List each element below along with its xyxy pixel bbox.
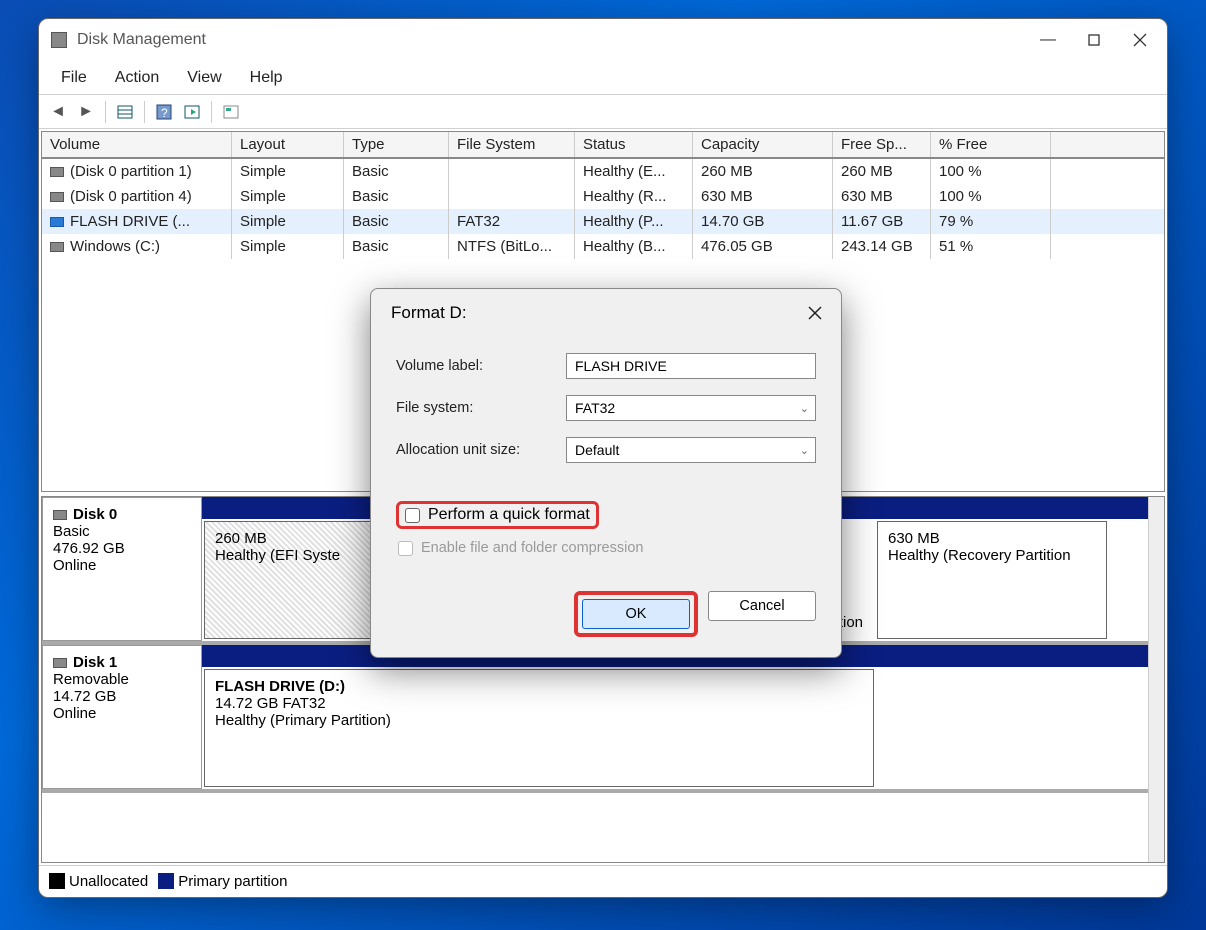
quick-format-highlight: Perform a quick format bbox=[396, 501, 599, 529]
legend-unallocated: Unallocated bbox=[69, 873, 148, 890]
col-status[interactable]: Status bbox=[575, 132, 693, 157]
col-pctfree[interactable]: % Free bbox=[931, 132, 1051, 157]
allocation-lbl: Allocation unit size: bbox=[396, 442, 566, 458]
menu-help[interactable]: Help bbox=[236, 65, 297, 91]
close-button[interactable] bbox=[1117, 22, 1163, 58]
menu-view[interactable]: View bbox=[173, 65, 235, 91]
svg-text:?: ? bbox=[161, 106, 168, 120]
grid-header: Volume Layout Type File System Status Ca… bbox=[42, 132, 1164, 159]
forward-icon[interactable]: ► bbox=[73, 99, 99, 125]
disk-row: Disk 1Removable14.72 GBOnlineFLASH DRIVE… bbox=[42, 645, 1164, 793]
ok-highlight: OK bbox=[574, 591, 698, 637]
chevron-down-icon: ⌄ bbox=[800, 444, 809, 457]
maximize-button[interactable] bbox=[1071, 22, 1117, 58]
legend-primary: Primary partition bbox=[178, 873, 287, 890]
help-icon[interactable]: ? bbox=[151, 99, 177, 125]
volume-label-input[interactable] bbox=[566, 353, 816, 379]
cancel-button[interactable]: Cancel bbox=[708, 591, 816, 621]
menu-file[interactable]: File bbox=[47, 65, 101, 91]
refresh-icon[interactable] bbox=[179, 99, 205, 125]
minimize-button[interactable]: — bbox=[1025, 22, 1071, 58]
table-row[interactable]: (Disk 0 partition 1)SimpleBasicHealthy (… bbox=[42, 159, 1164, 184]
table-row[interactable]: (Disk 0 partition 4)SimpleBasicHealthy (… bbox=[42, 184, 1164, 209]
filesystem-combo[interactable]: FAT32⌄ bbox=[566, 395, 816, 421]
chevron-down-icon: ⌄ bbox=[800, 402, 809, 415]
partition-box[interactable]: 260 MBHealthy (EFI Syste bbox=[204, 521, 394, 639]
partition-box[interactable]: 630 MBHealthy (Recovery Partition bbox=[877, 521, 1107, 639]
table-row[interactable]: FLASH DRIVE (...SimpleBasicFAT32Healthy … bbox=[42, 209, 1164, 234]
menubar: File Action View Help bbox=[39, 61, 1167, 95]
window-title: Disk Management bbox=[77, 31, 1025, 49]
col-capacity[interactable]: Capacity bbox=[693, 132, 833, 157]
scrollbar[interactable] bbox=[1148, 497, 1164, 862]
filesystem-lbl: File system: bbox=[396, 400, 566, 416]
compression-checkbox bbox=[398, 541, 413, 556]
partition-box[interactable]: FLASH DRIVE (D:)14.72 GB FAT32Healthy (P… bbox=[204, 669, 874, 787]
dialog-title: Format D: bbox=[391, 303, 801, 323]
volume-label-lbl: Volume label: bbox=[396, 358, 566, 374]
col-volume[interactable]: Volume bbox=[42, 132, 232, 157]
quick-format-checkbox[interactable] bbox=[405, 508, 420, 523]
compression-label: Enable file and folder compression bbox=[421, 540, 643, 556]
ok-button[interactable]: OK bbox=[582, 599, 690, 629]
allocation-combo[interactable]: Default⌄ bbox=[566, 437, 816, 463]
quick-format-label: Perform a quick format bbox=[428, 506, 590, 524]
col-freespace[interactable]: Free Sp... bbox=[833, 132, 931, 157]
properties-icon[interactable] bbox=[218, 99, 244, 125]
titlebar: Disk Management — bbox=[39, 19, 1167, 61]
app-icon bbox=[51, 32, 67, 48]
table-row[interactable]: Windows (C:)SimpleBasicNTFS (BitLo...Hea… bbox=[42, 234, 1164, 259]
back-icon[interactable]: ◄ bbox=[45, 99, 71, 125]
toolbar: ◄ ► ? bbox=[39, 95, 1167, 129]
table-view-icon[interactable] bbox=[112, 99, 138, 125]
menu-action[interactable]: Action bbox=[101, 65, 173, 91]
col-filesystem[interactable]: File System bbox=[449, 132, 575, 157]
format-dialog: Format D: Volume label: File system: FAT… bbox=[370, 288, 842, 658]
col-layout[interactable]: Layout bbox=[232, 132, 344, 157]
legend: Unallocated Primary partition bbox=[39, 865, 1167, 897]
dialog-close-icon[interactable] bbox=[801, 299, 829, 327]
col-type[interactable]: Type bbox=[344, 132, 449, 157]
